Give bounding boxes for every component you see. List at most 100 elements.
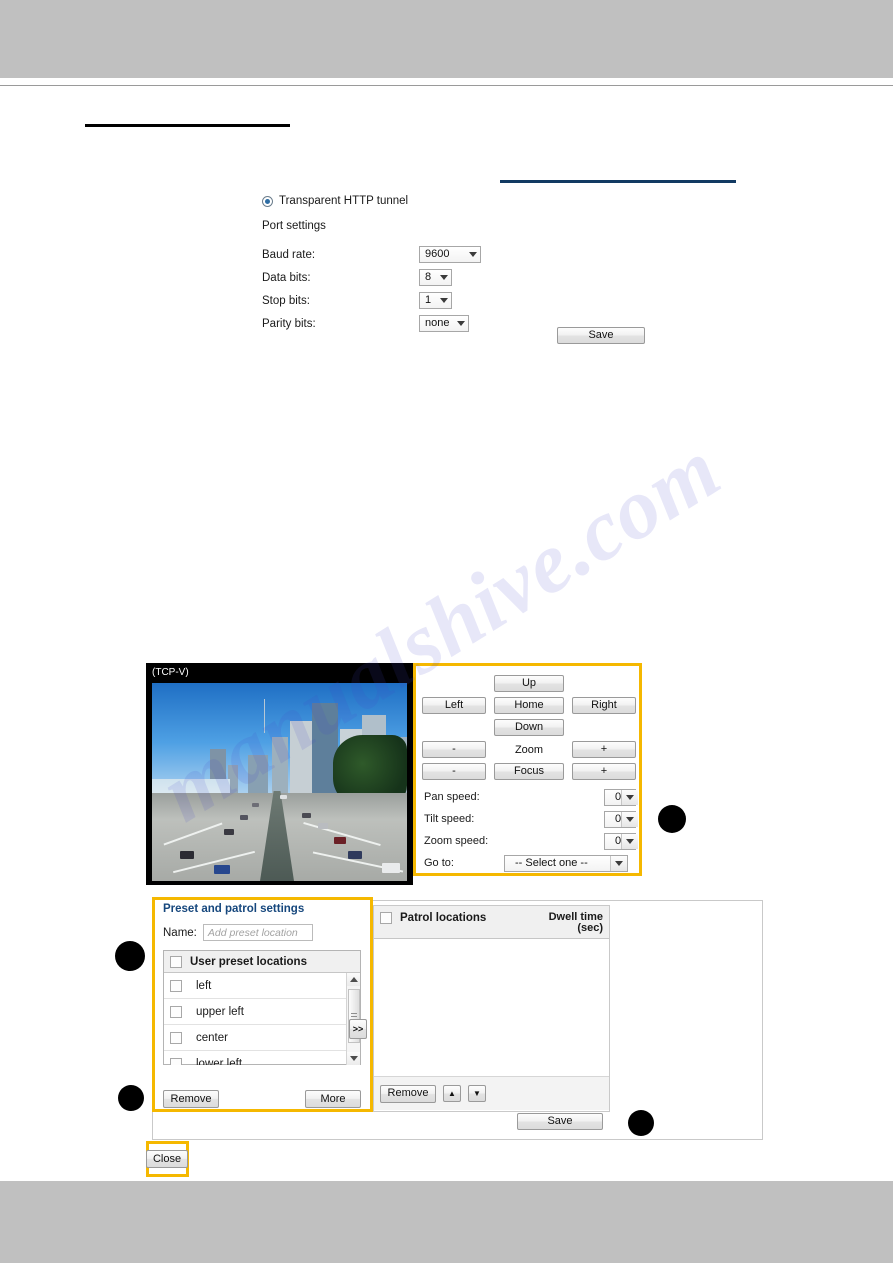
user-preset-locations-listbox: User preset locations left upper left ce… [163, 950, 361, 1065]
chevron-down-icon [440, 275, 448, 280]
parity-bits-value: none [425, 317, 450, 329]
patrol-remove-button[interactable]: Remove [380, 1084, 436, 1103]
focus-far-button[interactable]: + [572, 763, 636, 780]
ptz-right-button[interactable]: Right [572, 697, 636, 714]
preset-item-checkbox[interactable] [170, 1005, 182, 1018]
zoom-speed-select[interactable]: 0 [604, 832, 639, 850]
zoom-out-button[interactable]: - [422, 741, 486, 758]
user-preset-locations-body: left upper left center lower left [164, 973, 360, 1065]
chevron-down-icon [621, 789, 639, 805]
zoom-speed-label: Zoom speed: [424, 835, 489, 847]
patrol-locations-header: Patrol locations Dwell time (sec) [374, 906, 609, 939]
scroll-down-icon[interactable] [347, 1052, 360, 1065]
parity-bits-select[interactable]: none [419, 315, 469, 332]
ptz-control-panel: Up Left Home Right Down - Zoom + - Focus… [413, 663, 642, 876]
add-to-patrol-button[interactable]: >> [349, 1019, 367, 1039]
chevron-down-icon [621, 811, 639, 827]
baud-rate-value: 9600 [425, 248, 450, 260]
patrol-locations-panel: Patrol locations Dwell time (sec) Remove… [373, 905, 610, 1112]
zoom-speed-row: Zoom speed: 0 [424, 831, 639, 851]
stop-bits-value: 1 [425, 294, 432, 306]
ptz-home-button[interactable]: Home [494, 697, 564, 714]
port-settings-rows: Baud rate: 9600 Data bits: 8 Stop bits: … [262, 243, 481, 335]
patrol-locations-footer: Remove ▲ ▼ [374, 1076, 609, 1110]
preset-patrol-save-button[interactable]: Save [517, 1113, 603, 1130]
callout-marker [658, 805, 686, 833]
patrol-locations-body[interactable] [374, 939, 609, 1076]
stop-bits-label: Stop bits: [262, 294, 310, 307]
list-item[interactable]: left [164, 973, 360, 999]
zoom-group-label: Zoom [514, 743, 544, 756]
pan-speed-value: 0 [615, 790, 622, 803]
page-header-bar [0, 0, 893, 78]
preset-item-checkbox[interactable] [170, 979, 182, 992]
ptz-down-button[interactable]: Down [494, 719, 564, 736]
preset-item-label: center [196, 1031, 228, 1044]
chevron-down-icon [621, 833, 639, 849]
chevron-down-icon [440, 298, 448, 303]
port-settings-caption: Port settings [262, 220, 326, 232]
scroll-up-icon[interactable] [347, 973, 360, 986]
pan-speed-select[interactable]: 0 [604, 788, 639, 806]
select-all-presets-checkbox[interactable] [170, 955, 182, 968]
dwell-time-line2: (sec) [577, 922, 603, 934]
data-bits-select[interactable]: 8 [419, 269, 452, 286]
select-all-patrol-checkbox[interactable] [380, 912, 392, 924]
close-button[interactable]: Close [146, 1150, 188, 1168]
preset-remove-button[interactable]: Remove [163, 1090, 219, 1108]
zoom-speed-value: 0 [615, 834, 622, 847]
page-footer-bar [0, 1181, 893, 1263]
list-item[interactable]: center [164, 1025, 360, 1051]
baud-rate-label: Baud rate: [262, 248, 316, 261]
tilt-speed-select[interactable]: 0 [604, 810, 639, 828]
focus-near-button[interactable]: - [422, 763, 486, 780]
data-bits-label: Data bits: [262, 271, 311, 284]
pan-speed-label: Pan speed: [424, 791, 480, 803]
preset-name-label: Name: [163, 926, 197, 939]
preset-and-patrol-settings-panel: Preset and patrol settings Name: Add pre… [152, 897, 373, 1112]
goto-row: Go to: -- Select one -- [424, 853, 636, 873]
chevron-down-icon [469, 252, 477, 257]
parity-bits-label: Parity bits: [262, 317, 316, 330]
goto-preset-select[interactable]: -- Select one -- [504, 854, 628, 872]
stop-bits-row: Stop bits: 1 [262, 289, 481, 312]
preset-more-button[interactable]: More [305, 1090, 361, 1108]
viewer-video-frame [152, 683, 407, 881]
preset-panel-title: Preset and patrol settings [163, 903, 305, 915]
callout-marker [118, 1085, 144, 1111]
goto-preset-value: -- Select one -- [515, 856, 588, 869]
zoom-in-button[interactable]: + [572, 741, 636, 758]
list-item[interactable]: lower left [164, 1051, 360, 1065]
data-bits-row: Data bits: 8 [262, 266, 481, 289]
patrol-move-up-button[interactable]: ▲ [443, 1085, 461, 1102]
data-bits-value: 8 [425, 271, 432, 283]
page-header-divider [0, 85, 893, 86]
stop-bits-select[interactable]: 1 [419, 292, 452, 309]
focus-group-button[interactable]: Focus [494, 763, 564, 780]
preset-item-checkbox[interactable] [170, 1031, 182, 1044]
section-underline [500, 180, 736, 183]
list-item[interactable]: upper left [164, 999, 360, 1025]
port-settings-save-button[interactable]: Save [557, 327, 645, 344]
patrol-move-down-button[interactable]: ▼ [468, 1085, 486, 1102]
transparent-http-tunnel-label: Transparent HTTP tunnel [279, 195, 409, 207]
preset-item-checkbox[interactable] [170, 1057, 182, 1065]
preset-item-label: lower left [196, 1057, 243, 1066]
dwell-time-header: Dwell time (sec) [549, 912, 603, 934]
tilt-speed-label: Tilt speed: [424, 813, 475, 825]
patrol-locations-header-label: Patrol locations [400, 912, 487, 924]
viewer-osd-label: (TCP-V) [152, 667, 189, 678]
goto-label: Go to: [424, 857, 454, 869]
transparent-http-tunnel-option[interactable]: Transparent HTTP tunnel [262, 193, 481, 209]
ptz-up-button[interactable]: Up [494, 675, 564, 692]
user-preset-locations-header: User preset locations [164, 951, 360, 973]
preset-name-input[interactable]: Add preset location [202, 924, 313, 941]
ptz-left-button[interactable]: Left [422, 697, 486, 714]
live-video-viewer[interactable]: (TCP-V) [146, 663, 413, 885]
preset-name-row: Name: Add preset location [163, 924, 313, 941]
baud-rate-select[interactable]: 9600 [419, 246, 481, 263]
radio-selected-icon[interactable] [262, 195, 273, 207]
port-settings-block: Transparent HTTP tunnel Port settings Ba… [262, 193, 481, 335]
baud-rate-row: Baud rate: 9600 [262, 243, 481, 266]
page-title-underline [85, 124, 290, 127]
